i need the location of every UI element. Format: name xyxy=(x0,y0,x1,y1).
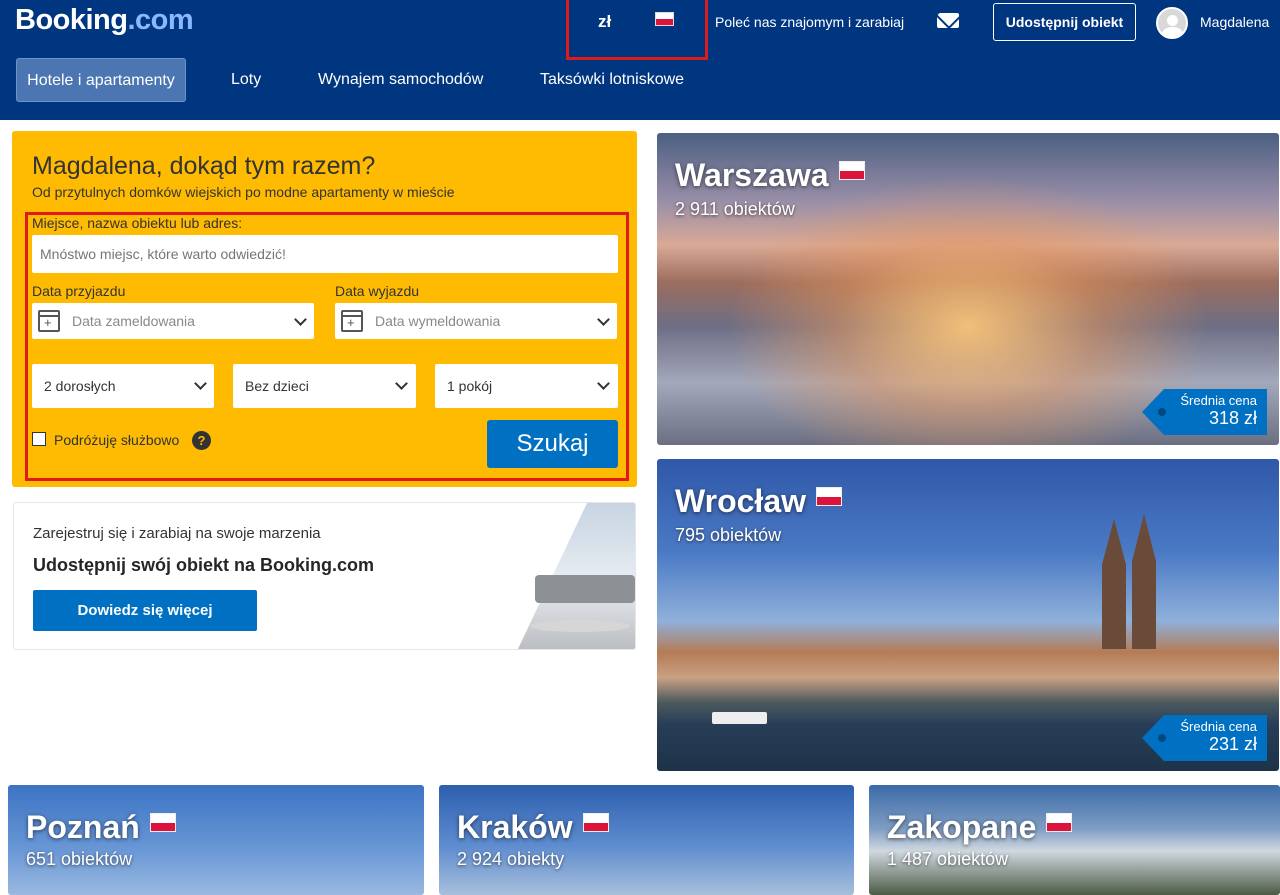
avatar[interactable] xyxy=(1156,7,1188,39)
tab-hotels[interactable]: Hotele i apartamenty xyxy=(16,58,186,102)
header: Booking.com zł Poleć nas znajomym i zara… xyxy=(0,0,1280,120)
promo-title: Udostępnij swój obiekt na Booking.com xyxy=(33,555,375,575)
booking-logo[interactable]: Booking.com xyxy=(15,4,194,37)
checkin-select[interactable]: Data zameldowania xyxy=(32,303,314,339)
city-name: Poznań xyxy=(26,809,176,846)
checkout-select[interactable]: Data wymeldowania xyxy=(335,303,617,339)
search-title: Magdalena, dokąd tym razem? xyxy=(32,152,376,180)
checkout-label: Data wyjazdu xyxy=(335,283,420,299)
price-label: Średnia cena xyxy=(1180,719,1257,734)
poland-flag-icon xyxy=(838,161,865,180)
city-property-count: 795 obiektów xyxy=(675,525,782,545)
city-card-poznan[interactable]: Poznań 651 obiektów xyxy=(8,785,424,895)
city-property-count: 651 obiektów xyxy=(26,849,133,869)
city-property-count: 2 911 obiektów xyxy=(675,199,795,219)
cathedral-tower-image xyxy=(1102,519,1126,649)
chevron-down-icon xyxy=(194,377,207,390)
children-value: Bez dzieci xyxy=(245,378,309,394)
tab-car-rental[interactable]: Wynajem samochodów xyxy=(318,58,483,102)
calendar-icon xyxy=(38,310,60,332)
username[interactable]: Magdalena xyxy=(1200,14,1269,30)
business-travel-checkbox[interactable] xyxy=(32,432,46,446)
poland-flag-icon xyxy=(149,813,176,832)
poland-flag-icon xyxy=(1046,813,1073,832)
price-tag: Średnia cena 231 zł xyxy=(1142,715,1267,761)
boat-image xyxy=(712,712,767,724)
cathedral-tower-image xyxy=(1132,514,1156,649)
currency-selector[interactable]: zł xyxy=(598,12,611,32)
poland-flag-icon xyxy=(582,813,609,832)
city-name: Warszawa xyxy=(675,157,865,194)
chevron-down-icon xyxy=(395,377,408,390)
search-box: Magdalena, dokąd tym razem? Od przytulny… xyxy=(12,131,637,487)
poland-flag-icon xyxy=(816,487,842,506)
city-card-warsaw[interactable]: Warszawa 2 911 obiektów Średnia cena 318… xyxy=(657,133,1279,445)
checkin-label: Data przyjazdu xyxy=(32,283,126,299)
destination-input[interactable] xyxy=(32,235,618,273)
adults-select[interactable]: 2 dorosłych xyxy=(32,364,214,408)
mail-icon[interactable] xyxy=(937,13,959,28)
list-property-button[interactable]: Udostępnij obiekt xyxy=(993,3,1136,41)
checkout-value: Data wymeldowania xyxy=(375,313,501,329)
help-icon[interactable]: ? xyxy=(192,431,211,450)
rooms-select[interactable]: 1 pokój xyxy=(435,364,618,408)
children-select[interactable]: Bez dzieci xyxy=(233,364,416,408)
refer-friends-link[interactable]: Poleć nas znajomym i zarabiaj xyxy=(715,14,904,30)
city-card-zakopane[interactable]: Zakopane 1 487 obiektów xyxy=(869,785,1280,895)
tab-flights[interactable]: Loty xyxy=(231,58,261,102)
city-name: Wrocław xyxy=(675,483,842,520)
rug-image xyxy=(530,620,630,632)
calendar-icon xyxy=(341,310,363,332)
search-button[interactable]: Szukaj xyxy=(487,420,618,468)
city-card-wroclaw[interactable]: Wrocław 795 obiektów Średnia cena 231 zł xyxy=(657,459,1279,771)
tab-airport-taxis[interactable]: Taksówki lotniskowe xyxy=(540,58,684,102)
city-name: Zakopane xyxy=(887,809,1073,846)
city-card-krakow[interactable]: Kraków 2 924 obiekty xyxy=(439,785,854,895)
sofa-image xyxy=(535,575,635,603)
currency-language-highlight xyxy=(566,0,708,60)
city-property-count: 2 924 obiekty xyxy=(457,849,565,869)
chevron-down-icon xyxy=(294,313,307,326)
chevron-down-icon xyxy=(597,313,610,326)
promo-subtitle: Zarejestruj się i zarabiaj na swoje marz… xyxy=(33,525,321,542)
business-travel-label[interactable]: Podróżuję służbowo xyxy=(54,432,179,448)
checkin-value: Data zameldowania xyxy=(72,313,195,329)
rooms-value: 1 pokój xyxy=(447,378,493,394)
price-tag: Średnia cena 318 zł xyxy=(1142,389,1267,435)
price-label: Średnia cena xyxy=(1180,393,1257,408)
search-subtitle: Od przytulnych domków wiejskich po modne… xyxy=(32,184,455,200)
destination-label: Miejsce, nazwa obiektu lub adres: xyxy=(32,215,243,231)
learn-more-button[interactable]: Dowiedz się więcej xyxy=(33,590,257,631)
language-flag-icon[interactable] xyxy=(655,12,674,26)
city-property-count: 1 487 obiektów xyxy=(887,849,1009,869)
chevron-down-icon xyxy=(597,377,610,390)
adults-value: 2 dorosłych xyxy=(44,378,116,394)
city-name: Kraków xyxy=(457,809,609,846)
